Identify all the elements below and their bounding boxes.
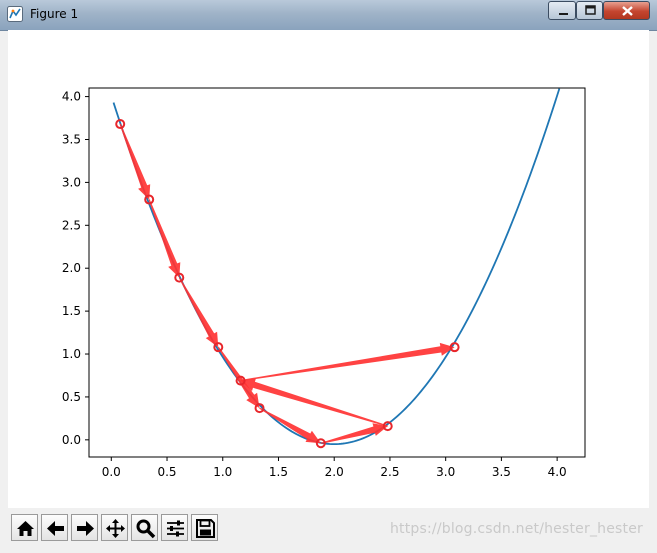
title-bar: Figure 1 (0, 0, 657, 31)
configure-subplots-button[interactable] (161, 514, 188, 541)
gradient-step-arrow (240, 342, 455, 382)
zoom-button[interactable] (131, 514, 158, 541)
magnifier-icon (136, 519, 156, 539)
sliders-icon (167, 520, 184, 537)
forward-button[interactable] (71, 514, 98, 541)
y-tick-label: 2.0 (62, 261, 81, 275)
pan-button[interactable] (101, 514, 128, 541)
x-tick-label: 3.5 (492, 465, 511, 479)
floppy-disk-icon (196, 519, 215, 538)
figure-canvas: 0.0 0.5 1.0 1.5 2.0 2.5 3.0 3.5 4.0 0.0 0.5 1.0 1.5… (8, 30, 649, 508)
y-tick-label: 3.0 (62, 175, 81, 189)
home-icon (17, 521, 34, 536)
minimize-button[interactable] (548, 1, 576, 20)
x-tick-label: 2.5 (380, 465, 399, 479)
gradient-step-arrow (240, 378, 388, 427)
arrow-right-icon (77, 521, 94, 536)
gradient-step-arrow (148, 199, 181, 278)
back-button[interactable] (41, 514, 68, 541)
gradient-step-arrow (119, 123, 151, 200)
plot-svg: 0.0 0.5 1.0 1.5 2.0 2.5 3.0 3.5 4.0 0.0 0.5 1.0 1.5… (62, 87, 586, 479)
y-tick-label: 3.5 (62, 132, 81, 146)
watermark-text: https://blog.csdn.net/hester_hester (389, 521, 643, 537)
home-button[interactable] (11, 514, 38, 541)
navigation-toolbar: https://blog.csdn.net/hester_hester (8, 508, 649, 546)
app-icon (7, 6, 23, 22)
close-icon (622, 6, 633, 16)
y-tick-label: 1.0 (62, 347, 81, 361)
save-button[interactable] (191, 514, 218, 541)
x-tick-label: 1.5 (269, 465, 288, 479)
gradient-step-arrow (259, 407, 321, 444)
maximize-icon (585, 5, 596, 15)
y-tick-label: 1.5 (62, 304, 81, 318)
y-tick-label: 0.0 (62, 433, 81, 447)
axes-frame (88, 87, 586, 458)
window-title: Figure 1 (30, 7, 79, 21)
function-curve (112, 88, 561, 446)
close-button[interactable] (603, 1, 650, 20)
minimize-icon (559, 13, 568, 15)
x-tick-label: 3.0 (436, 465, 455, 479)
gradient-step-arrow (178, 277, 219, 348)
y-tick-label: 4.0 (62, 90, 81, 104)
maximize-button[interactable] (576, 1, 603, 20)
y-tick-label: 0.5 (62, 390, 81, 404)
y-tick-label: 2.5 (62, 218, 81, 232)
x-tick-label: 4.0 (548, 465, 567, 479)
move-icon (106, 519, 125, 538)
x-tick-label: 0.0 (102, 465, 121, 479)
x-tick-label: 0.5 (157, 465, 176, 479)
arrow-left-icon (47, 521, 64, 536)
x-tick-label: 2.0 (325, 465, 344, 479)
x-tick-label: 1.0 (213, 465, 232, 479)
